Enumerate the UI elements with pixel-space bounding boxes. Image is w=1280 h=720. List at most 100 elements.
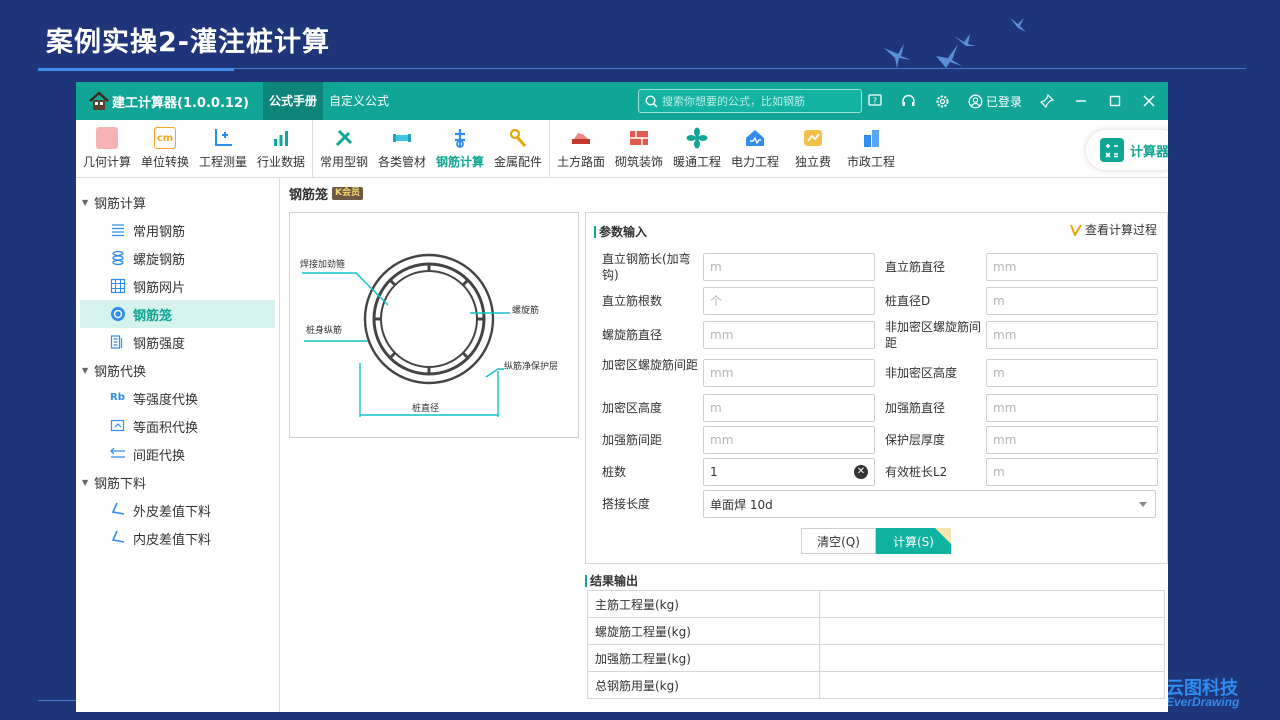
spiral-dia-field[interactable]	[703, 321, 875, 349]
label-lap-length: 搭接长度	[602, 497, 651, 511]
non-dense-spacing-input[interactable]	[993, 328, 1157, 342]
result-table: 主筋工程量(kg) 螺旋筋工程量(kg) 加强筋工程量(kg) 总钢筋用量(kg…	[587, 590, 1165, 699]
search-input[interactable]	[662, 94, 852, 108]
dense-height-input[interactable]	[710, 401, 874, 415]
sidebar-group-rebar-calc[interactable]: ▼ 钢筋计算	[76, 188, 279, 216]
tool-hvac[interactable]: 暖通工程	[668, 120, 726, 177]
lap-length-select[interactable]: 单面焊 10d	[703, 490, 1156, 518]
sidebar-item-inner-diff[interactable]: 内皮差值下料	[80, 524, 275, 552]
headset-icon[interactable]	[900, 92, 918, 110]
sidebar-group-label: 钢筋计算	[94, 196, 147, 212]
result-label: 总钢筋用量(kg)	[587, 671, 820, 699]
sidebar-item-spacing-substitute[interactable]: 间距代换	[80, 440, 275, 468]
sidebar-group-rebar-substitute[interactable]: ▼ 钢筋代换	[76, 356, 279, 384]
tool-label: 独立费	[794, 155, 831, 169]
vertical-bar-count-field[interactable]	[703, 287, 875, 315]
pile-diameter-field[interactable]	[986, 287, 1158, 315]
label-pile-count: 桩数	[602, 465, 627, 479]
label-vertical-bar-length: 直立钢筋长(加弯钩)	[602, 252, 691, 282]
stiffener-dia-input[interactable]	[993, 401, 1157, 415]
stiffener-spacing-input[interactable]	[710, 433, 874, 447]
view-process-link[interactable]: 查看计算过程	[1070, 221, 1157, 238]
spacing-icon	[110, 447, 125, 458]
vertical-bar-length-input[interactable]	[710, 260, 874, 274]
user-icon	[968, 94, 983, 108]
vertical-bar-count-input[interactable]	[710, 294, 874, 308]
sidebar-item-equal-strength[interactable]: Rb 等强度代换	[80, 384, 275, 412]
stiffener-dia-field[interactable]	[986, 394, 1158, 422]
clear-button[interactable]: 清空(Q)	[801, 528, 876, 554]
sidebar-group-rebar-cutting[interactable]: ▼ 钢筋下料	[76, 468, 279, 496]
tool-municipal[interactable]: 市政工程	[842, 120, 900, 177]
sidebar-item-label: 内皮差值下料	[133, 532, 212, 548]
tool-masonry[interactable]: 砌筑装饰	[610, 120, 668, 177]
window-controls: ? 已登录	[866, 82, 1158, 120]
sidebar-group-label: 钢筋下料	[94, 476, 147, 492]
house-logo-icon	[89, 91, 109, 110]
vip-badge: K会员	[332, 187, 363, 200]
bend-icon	[111, 502, 125, 515]
effective-pile-length-field[interactable]	[986, 458, 1158, 486]
pile-diameter-input[interactable]	[993, 294, 1157, 308]
sidebar-item-label: 外皮差值下料	[133, 504, 212, 520]
sidebar-item-rebar-cage[interactable]: 钢筋笼	[80, 300, 275, 328]
search-box[interactable]	[638, 89, 862, 113]
maximize-icon[interactable]	[1106, 92, 1124, 110]
tool-independent-fee[interactable]: 独立费	[784, 120, 842, 177]
tool-earthwork[interactable]: 土方路面	[552, 120, 610, 177]
tool-label: 电力工程	[730, 155, 779, 169]
dense-spacing-field[interactable]	[703, 359, 875, 387]
tool-metal-parts[interactable]: 金属配件	[489, 120, 547, 177]
sidebar-item-common-rebar[interactable]: 常用钢筋	[80, 216, 275, 244]
login-status[interactable]: 已登录	[968, 93, 1022, 110]
non-dense-height-field[interactable]	[986, 359, 1158, 387]
sidebar-item-spiral-rebar[interactable]: 螺旋钢筋	[80, 244, 275, 272]
slide-title: 案例实操2-灌注桩计算	[46, 27, 330, 58]
calculator-button[interactable]: 计算器	[1086, 130, 1168, 170]
earthwork-icon	[572, 133, 590, 144]
sidebar-item-rebar-mesh[interactable]: 钢筋网片	[80, 272, 275, 300]
sidebar-item-rebar-strength[interactable]: 钢筋强度	[80, 328, 275, 356]
sidebar-item-equal-area[interactable]: 等面积代换	[80, 412, 275, 440]
tool-survey[interactable]: 工程测量	[194, 120, 252, 177]
non-dense-spacing-field[interactable]	[986, 321, 1158, 349]
help-icon[interactable]: ?	[866, 92, 884, 110]
vertical-bar-dia-input[interactable]	[993, 260, 1157, 274]
result-section-title: 结果输出	[585, 572, 638, 589]
spiral-dia-input[interactable]	[710, 328, 874, 342]
non-dense-height-input[interactable]	[993, 366, 1157, 380]
effective-pile-length-input[interactable]	[993, 465, 1157, 479]
minimize-icon[interactable]	[1072, 92, 1090, 110]
cover-thickness-field[interactable]	[986, 426, 1158, 454]
pin-icon[interactable]	[1038, 92, 1056, 110]
gear-icon[interactable]	[934, 92, 952, 110]
tool-unit-convert[interactable]: cm 单位转换	[136, 120, 194, 177]
dense-spacing-input[interactable]	[710, 366, 874, 380]
vertical-bar-length-field[interactable]	[703, 253, 875, 281]
birds-decoration-icon	[884, 18, 1026, 68]
vertical-bar-dia-field[interactable]	[986, 253, 1158, 281]
result-label: 主筋工程量(kg)	[587, 590, 820, 618]
app-window: 建工计算器(1.0.0.12) 公式手册 自定义公式 ? 已登录	[76, 82, 1168, 712]
power-icon	[746, 130, 764, 146]
clear-input-icon[interactable]: ✕	[854, 465, 868, 479]
tool-pipes[interactable]: 各类管材	[373, 120, 431, 177]
tool-industry-data[interactable]: 行业数据	[252, 120, 310, 177]
tool-rebar-calc[interactable]: 钢筋计算	[431, 120, 489, 177]
result-value	[819, 617, 1165, 645]
pile-count-input[interactable]	[710, 465, 874, 479]
tab-formula-manual[interactable]: 公式手册	[262, 82, 323, 120]
sidebar-group-label: 钢筋代换	[94, 364, 147, 380]
tool-geometry[interactable]: 几何计算	[78, 120, 136, 177]
dense-height-field[interactable]	[703, 394, 875, 422]
pile-count-field[interactable]: ✕	[703, 458, 875, 486]
calculate-button[interactable]: 计算(S)	[876, 528, 951, 554]
sidebar-item-outer-diff[interactable]: 外皮差值下料	[80, 496, 275, 524]
stiffener-spacing-field[interactable]	[703, 426, 875, 454]
tool-power[interactable]: 电力工程	[726, 120, 784, 177]
close-icon[interactable]	[1140, 92, 1158, 110]
tool-steel-section[interactable]: 常用型钢	[315, 120, 373, 177]
tool-label: 土方路面	[556, 155, 605, 169]
cover-thickness-input[interactable]	[993, 433, 1157, 447]
tab-custom-formula[interactable]: 自定义公式	[323, 82, 395, 120]
